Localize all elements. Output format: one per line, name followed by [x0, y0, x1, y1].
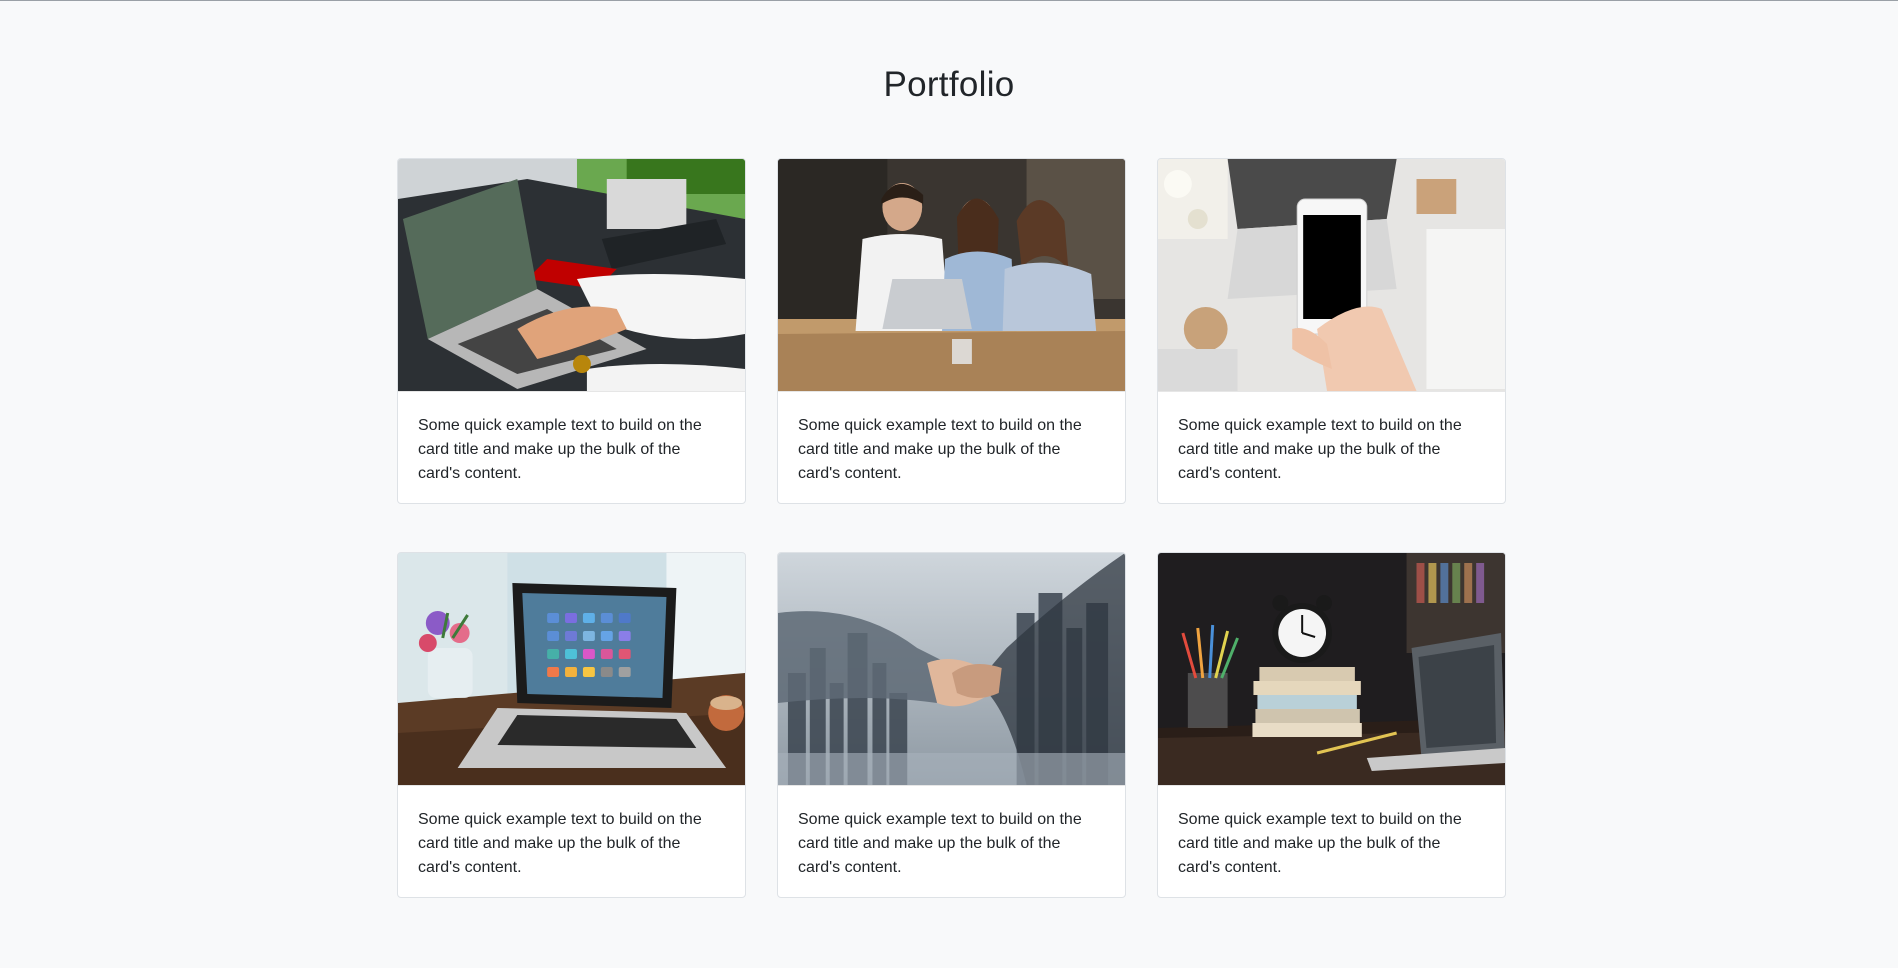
card-text: Some quick example text to build on the … — [418, 417, 702, 482]
card-text: Some quick example text to build on the … — [418, 811, 702, 876]
card-body: Some quick example text to build on the … — [778, 786, 1125, 897]
card-text: Some quick example text to build on the … — [1178, 811, 1462, 876]
card-body: Some quick example text to build on the … — [398, 786, 745, 897]
portfolio-card: Some quick example text to build on the … — [777, 552, 1126, 898]
portfolio-card: Some quick example text to build on the … — [1157, 552, 1506, 898]
portfolio-card: Some quick example text to build on the … — [397, 158, 746, 504]
laptop-typing-photo — [398, 159, 745, 392]
laptop-apps-photo — [398, 553, 745, 786]
card-text: Some quick example text to build on the … — [798, 811, 1082, 876]
portfolio-card: Some quick example text to build on the … — [397, 552, 746, 898]
card-body: Some quick example text to build on the … — [398, 392, 745, 503]
card-text: Some quick example text to build on the … — [1178, 417, 1462, 482]
card-body: Some quick example text to build on the … — [1158, 786, 1505, 897]
smartphone-hand-photo — [1158, 159, 1505, 392]
card-text: Some quick example text to build on the … — [798, 417, 1082, 482]
portfolio-section: Portfolio Some quick example text to bui… — [0, 0, 1898, 968]
desk-clock-books-photo — [1158, 553, 1505, 786]
portfolio-card: Some quick example text to build on the … — [777, 158, 1126, 504]
card-body: Some quick example text to build on the … — [778, 392, 1125, 503]
portfolio-card: Some quick example text to build on the … — [1157, 158, 1506, 504]
card-body: Some quick example text to build on the … — [1158, 392, 1505, 503]
portfolio-grid: Some quick example text to build on the … — [397, 158, 1507, 898]
page-title: Portfolio — [883, 65, 1015, 104]
handshake-city-photo — [778, 553, 1125, 786]
team-meeting-photo — [778, 159, 1125, 392]
